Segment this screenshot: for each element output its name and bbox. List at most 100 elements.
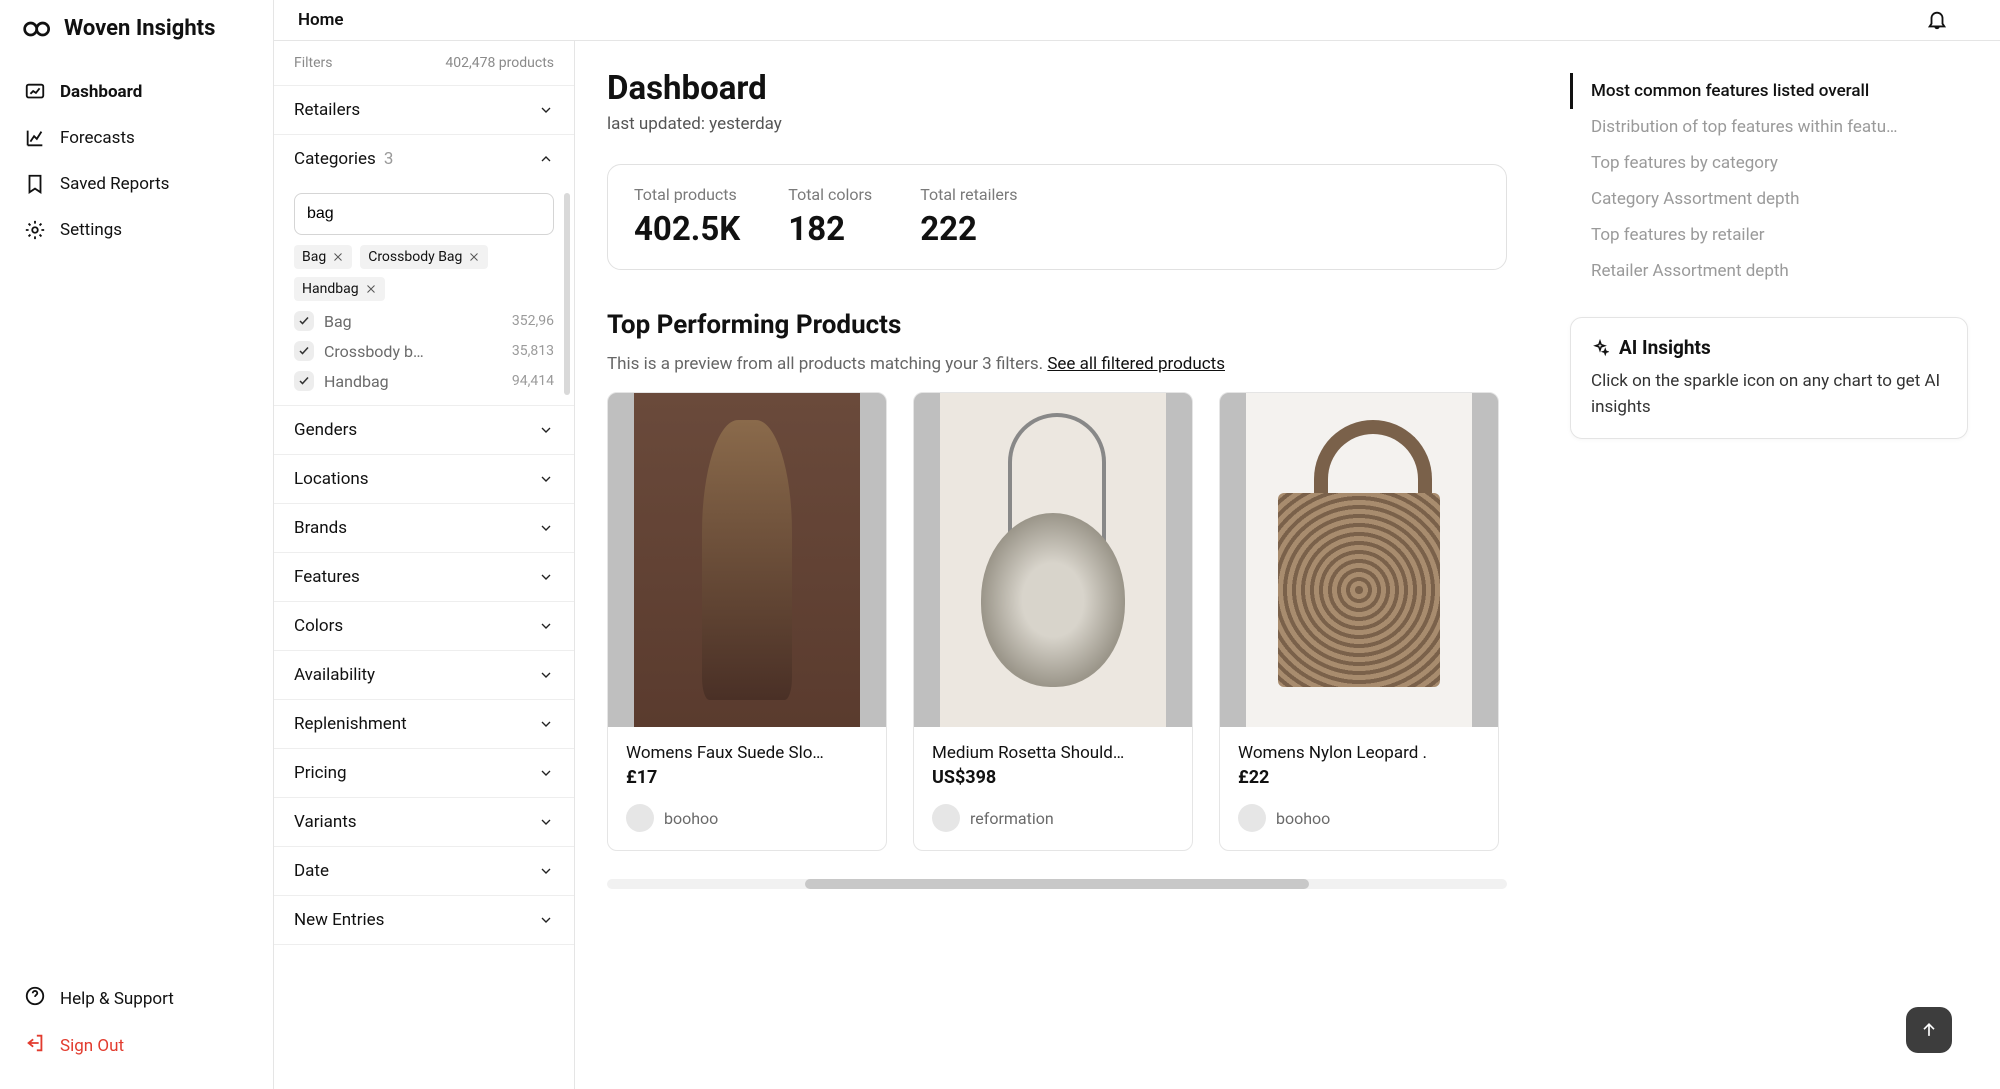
stat-total-products: Total products 402.5K	[634, 185, 740, 249]
horizontal-scrollbar[interactable]	[607, 879, 1507, 889]
retailer-name: reformation	[970, 809, 1054, 828]
filter-label: Availability	[294, 665, 375, 685]
ai-insights-header: AI Insights	[1591, 336, 1947, 359]
scrollbar[interactable]	[564, 193, 570, 395]
nav-label: Dashboard	[60, 82, 142, 102]
category-chips: Bag Crossbody Bag Handbag	[294, 245, 554, 301]
arrow-up-icon	[1919, 1020, 1939, 1040]
product-card[interactable]: Womens Nylon Leopard . £22 boohoo	[1219, 392, 1499, 851]
category-options: Bag 352,96 Crossbody b… 35,813 Handbag	[294, 311, 554, 391]
help-support-link[interactable]: Help & Support	[14, 975, 259, 1022]
logo-icon	[22, 19, 54, 39]
product-image	[608, 393, 886, 727]
product-retailer: boohoo	[626, 804, 868, 832]
filter-section-categories: Categories 3 Bag Crossbody Bag Handbag	[274, 135, 574, 406]
filter-label: Genders	[294, 420, 357, 440]
product-image	[914, 393, 1192, 727]
option-label: Crossbody b…	[324, 342, 502, 361]
chip-label: Bag	[302, 249, 326, 265]
filter-label: Features	[294, 567, 360, 587]
category-option[interactable]: Bag 352,96	[294, 311, 554, 331]
filter-label: Categories	[294, 149, 376, 169]
filter-section-retailers[interactable]: Retailers	[274, 86, 574, 135]
product-card[interactable]: Medium Rosetta Should… US$398 reformatio…	[913, 392, 1193, 851]
chip-bag[interactable]: Bag	[294, 245, 352, 269]
filter-section-variants[interactable]: Variants	[274, 798, 574, 847]
filter-section-pricing[interactable]: Pricing	[274, 749, 574, 798]
product-retailer: boohoo	[1238, 804, 1480, 832]
chevron-down-icon	[538, 102, 554, 118]
filter-section-features[interactable]: Features	[274, 553, 574, 602]
filter-section-genders[interactable]: Genders	[274, 406, 574, 455]
chip-handbag[interactable]: Handbag	[294, 277, 385, 301]
sparkle-icon	[1591, 339, 1609, 357]
chip-crossbody-bag[interactable]: Crossbody Bag	[360, 245, 488, 269]
toc-item[interactable]: Most common features listed overall	[1570, 73, 1968, 109]
checkbox-checked[interactable]	[294, 371, 314, 391]
filter-section-date[interactable]: Date	[274, 847, 574, 896]
filters-header: Filters 402,478 products	[274, 41, 574, 86]
filter-section-categories-head[interactable]: Categories 3	[274, 135, 574, 183]
close-icon	[468, 251, 480, 263]
notifications-icon[interactable]	[1926, 9, 1948, 31]
chevron-up-icon	[538, 151, 554, 167]
filter-section-locations[interactable]: Locations	[274, 455, 574, 504]
categories-body: Bag Crossbody Bag Handbag Bag 352,96	[274, 183, 574, 405]
toc-item[interactable]: Category Assortment depth	[1570, 181, 1968, 217]
retailer-avatar	[1238, 804, 1266, 832]
chip-label: Crossbody Bag	[368, 249, 462, 265]
chevron-down-icon	[538, 422, 554, 438]
product-retailer: reformation	[932, 804, 1174, 832]
filter-label: Locations	[294, 469, 369, 489]
help-icon	[24, 985, 46, 1012]
category-option[interactable]: Crossbody b… 35,813	[294, 341, 554, 361]
filter-panel: Filters 402,478 products Retailers Categ…	[274, 41, 575, 1089]
checkbox-checked[interactable]	[294, 341, 314, 361]
sign-out-link[interactable]: Sign Out	[14, 1022, 259, 1069]
product-price: £22	[1238, 767, 1480, 788]
chevron-down-icon	[538, 765, 554, 781]
category-search-input[interactable]	[294, 193, 554, 235]
category-option[interactable]: Handbag 94,414	[294, 371, 554, 391]
filter-label: Pricing	[294, 763, 347, 783]
product-name: Womens Nylon Leopard .	[1238, 743, 1480, 763]
right-column: Most common features listed overall Dist…	[1570, 69, 1968, 1089]
retailer-avatar	[626, 804, 654, 832]
stat-label: Total products	[634, 185, 740, 204]
checkbox-checked[interactable]	[294, 311, 314, 331]
stat-value: 402.5K	[634, 210, 740, 249]
stat-value: 182	[788, 210, 872, 249]
nav-item-dashboard[interactable]: Dashboard	[14, 69, 259, 115]
filter-section-brands[interactable]: Brands	[274, 504, 574, 553]
filter-section-new-entries[interactable]: New Entries	[274, 896, 574, 945]
bookmark-icon	[24, 173, 46, 195]
filter-section-replenishment[interactable]: Replenishment	[274, 700, 574, 749]
toc-item[interactable]: Top features by retailer	[1570, 217, 1968, 253]
scrollbar-thumb[interactable]	[805, 879, 1309, 889]
filters-title: Filters	[294, 55, 333, 71]
brand-logo: Woven Insights	[0, 12, 273, 69]
close-icon	[332, 251, 344, 263]
nav-item-settings[interactable]: Settings	[14, 207, 259, 253]
filter-section-colors[interactable]: Colors	[274, 602, 574, 651]
nav-list: Dashboard Forecasts Saved Reports Settin…	[0, 69, 273, 975]
option-label: Handbag	[324, 372, 502, 391]
see-all-link[interactable]: See all filtered products	[1047, 354, 1225, 374]
toc-item[interactable]: Top features by category	[1570, 145, 1968, 181]
last-updated: last updated: yesterday	[607, 114, 1546, 134]
gear-icon	[24, 219, 46, 241]
scroll-to-top-button[interactable]	[1906, 1007, 1952, 1053]
nav-item-forecasts[interactable]: Forecasts	[14, 115, 259, 161]
toc-item[interactable]: Retailer Assortment depth	[1570, 253, 1968, 289]
nav-item-saved-reports[interactable]: Saved Reports	[14, 161, 259, 207]
breadcrumb[interactable]: Home	[298, 10, 344, 30]
product-card[interactable]: Womens Faux Suede Slo… £17 boohoo	[607, 392, 887, 851]
filter-section-availability[interactable]: Availability	[274, 651, 574, 700]
product-image	[1220, 393, 1498, 727]
retailer-name: boohoo	[664, 809, 718, 828]
toc-item[interactable]: Distribution of top features within feat…	[1570, 109, 1968, 145]
option-label: Bag	[324, 312, 502, 331]
filter-count: 3	[384, 149, 394, 169]
signout-label: Sign Out	[60, 1036, 124, 1056]
filter-label: Colors	[294, 616, 343, 636]
